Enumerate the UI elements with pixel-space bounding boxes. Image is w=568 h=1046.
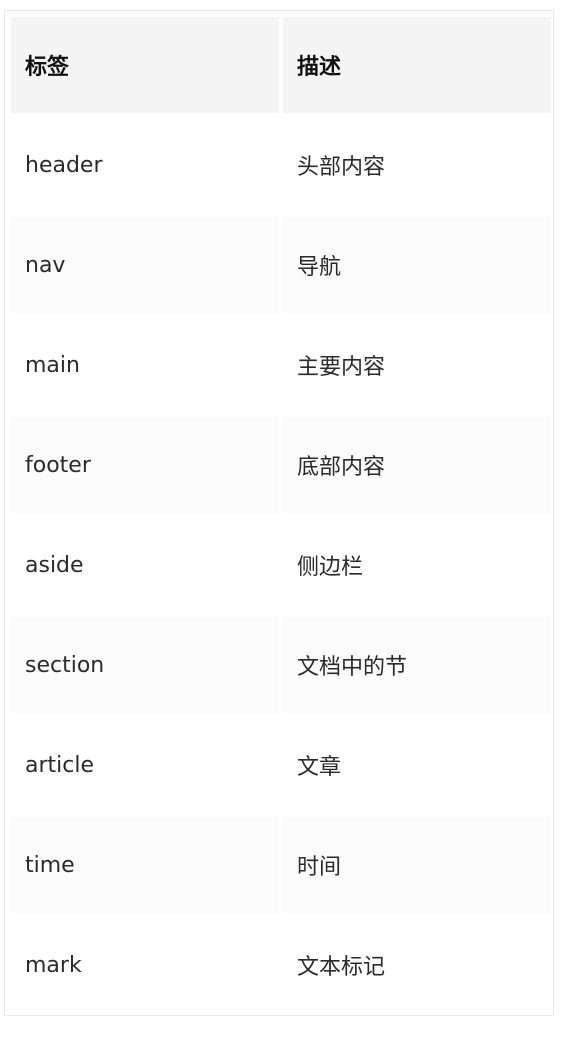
tag-cell: footer — [11, 417, 279, 513]
header-cell-description: 描述 — [283, 17, 551, 113]
table-row: header 头部内容 — [11, 117, 551, 213]
tag-cell: header — [11, 117, 279, 213]
table-row: main 主要内容 — [11, 317, 551, 413]
table-row: mark 文本标记 — [11, 917, 551, 1013]
description-cell: 侧边栏 — [283, 517, 551, 613]
tag-table-container: 标签 描述 header 头部内容 nav 导航 main 主要内容 foote… — [4, 10, 554, 1016]
description-cell: 文本标记 — [283, 917, 551, 1013]
table-row: article 文章 — [11, 717, 551, 813]
table-row: footer 底部内容 — [11, 417, 551, 513]
table-row: section 文档中的节 — [11, 617, 551, 713]
tag-cell: main — [11, 317, 279, 413]
tag-cell: mark — [11, 917, 279, 1013]
table-row: time 时间 — [11, 817, 551, 913]
table-row: aside 侧边栏 — [11, 517, 551, 613]
header-cell-tag: 标签 — [11, 17, 279, 113]
description-cell: 时间 — [283, 817, 551, 913]
description-cell: 导航 — [283, 217, 551, 313]
description-cell: 主要内容 — [283, 317, 551, 413]
tag-cell: aside — [11, 517, 279, 613]
tag-cell: nav — [11, 217, 279, 313]
description-cell: 头部内容 — [283, 117, 551, 213]
description-cell: 底部内容 — [283, 417, 551, 513]
description-cell: 文档中的节 — [283, 617, 551, 713]
description-cell: 文章 — [283, 717, 551, 813]
tag-table: 标签 描述 header 头部内容 nav 导航 main 主要内容 foote… — [7, 13, 555, 1017]
table-header-row: 标签 描述 — [11, 17, 551, 113]
tag-cell: article — [11, 717, 279, 813]
tag-cell: time — [11, 817, 279, 913]
table-row: nav 导航 — [11, 217, 551, 313]
tag-cell: section — [11, 617, 279, 713]
